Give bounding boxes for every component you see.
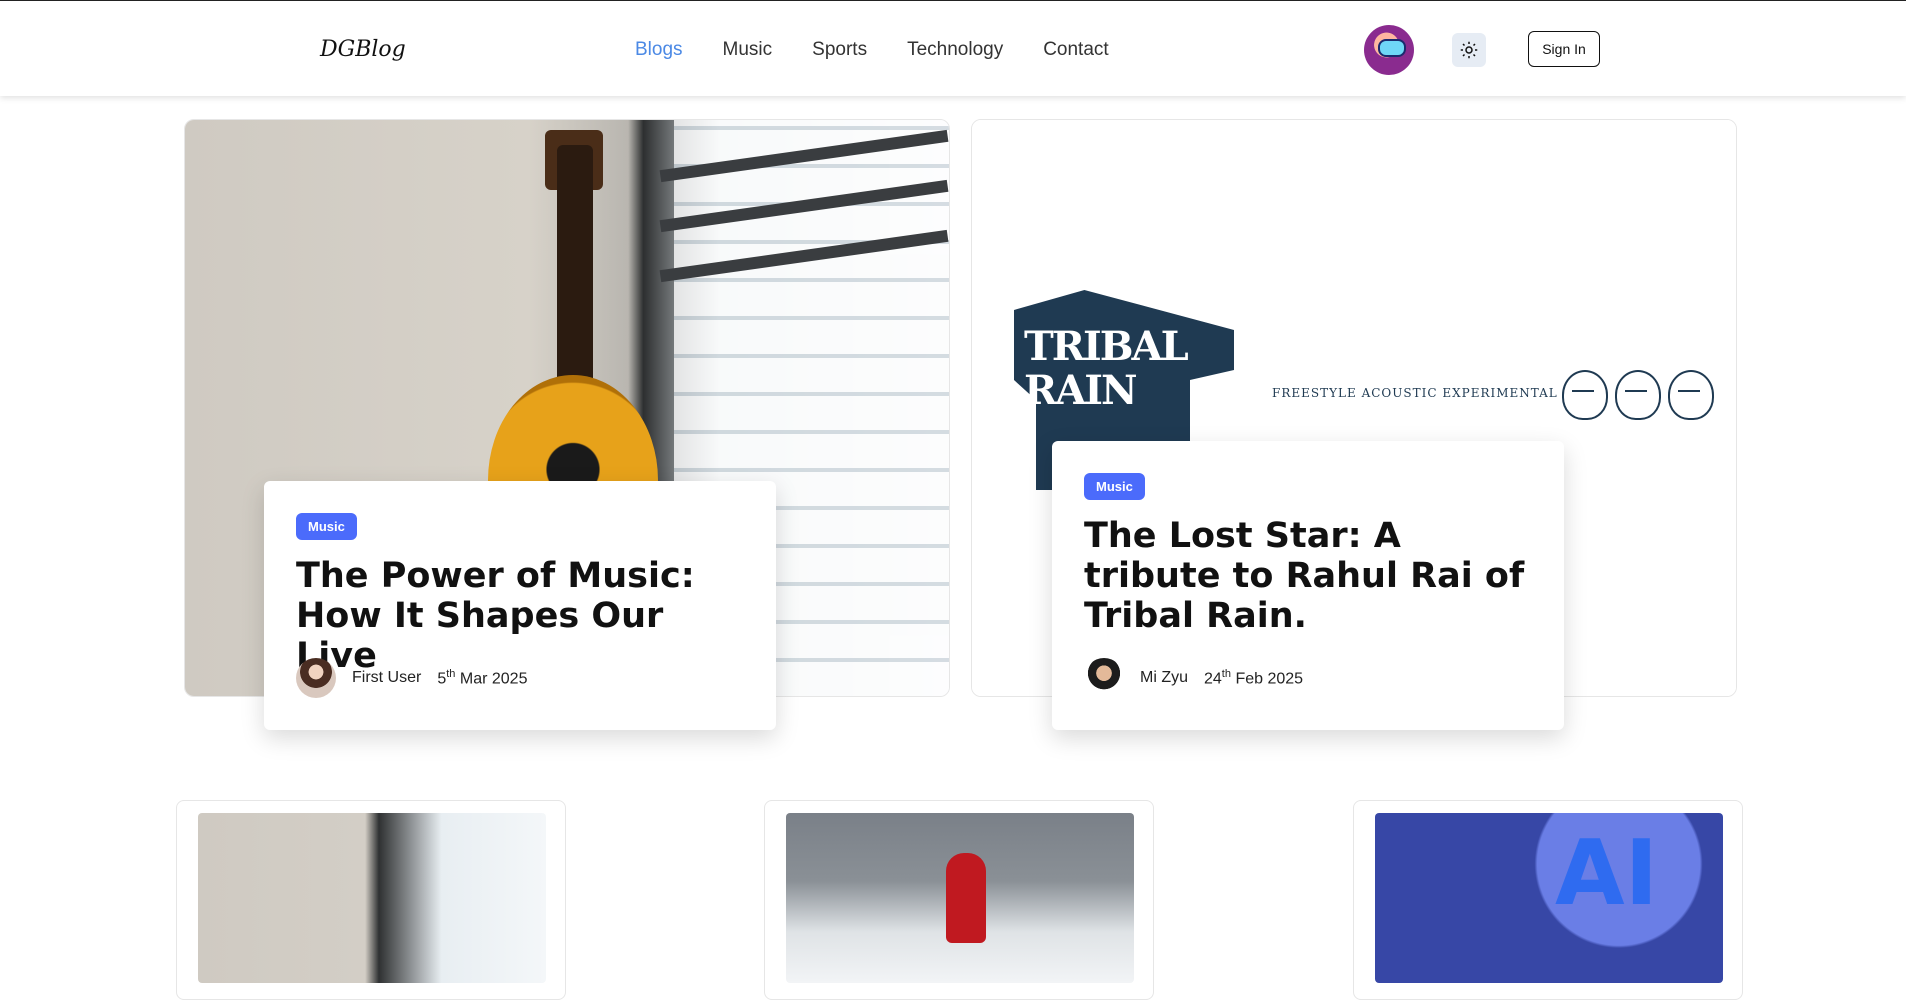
post-thumbnail[interactable]	[1375, 813, 1723, 983]
band-member-face-icon	[1562, 370, 1608, 420]
post-title[interactable]: The Lost Star: A tribute to Rahul Rai of…	[1084, 516, 1532, 636]
post-card[interactable]	[1353, 800, 1743, 1000]
author-avatar	[1084, 658, 1124, 698]
site-logo[interactable]: DGBlog	[320, 37, 406, 62]
featured-post-card-1[interactable]: Music The Power of Music: How It Shapes …	[264, 481, 776, 730]
nav-technology[interactable]: Technology	[907, 39, 1003, 61]
post-date: 5th Mar 2025	[437, 667, 528, 688]
tribal-subtitle: FREESTYLE ACOUSTIC EXPERIMENTAL	[1272, 386, 1558, 400]
user-avatar[interactable]	[1364, 25, 1414, 75]
band-member-face-icon	[1668, 370, 1714, 420]
nav-sports[interactable]: Sports	[812, 39, 867, 61]
post-card[interactable]	[764, 800, 1154, 1000]
nav-blogs[interactable]: Blogs	[635, 39, 683, 61]
post-thumbnail[interactable]	[198, 813, 546, 983]
post-meta: Mi Zyu 24th Feb 2025	[1084, 658, 1303, 698]
sun-icon	[1460, 41, 1478, 59]
nav-contact[interactable]: Contact	[1043, 39, 1108, 61]
author-name: First User	[352, 669, 422, 686]
top-navbar: DGBlog Blogs Music Sports Technology Con…	[0, 0, 1906, 96]
main-nav: Blogs Music Sports Technology Contact	[635, 39, 1109, 61]
tribal-logo-text: TRIBAL RAIN	[1024, 323, 1189, 414]
category-tag[interactable]: Music	[296, 513, 357, 540]
nav-music[interactable]: Music	[723, 39, 773, 61]
featured-post-card-2[interactable]: Music The Lost Star: A tribute to Rahul …	[1052, 441, 1564, 730]
author-name: Mi Zyu	[1140, 669, 1188, 686]
post-card[interactable]	[176, 800, 566, 1000]
post-date: 24th Feb 2025	[1204, 667, 1304, 688]
author-avatar	[296, 658, 336, 698]
post-meta: First User 5th Mar 2025	[296, 658, 527, 698]
sign-in-button[interactable]: Sign In	[1528, 31, 1600, 67]
category-tag[interactable]: Music	[1084, 473, 1145, 500]
post-thumbnail[interactable]	[786, 813, 1134, 983]
theme-toggle-button[interactable]	[1452, 33, 1486, 67]
band-member-face-icon	[1615, 370, 1661, 420]
